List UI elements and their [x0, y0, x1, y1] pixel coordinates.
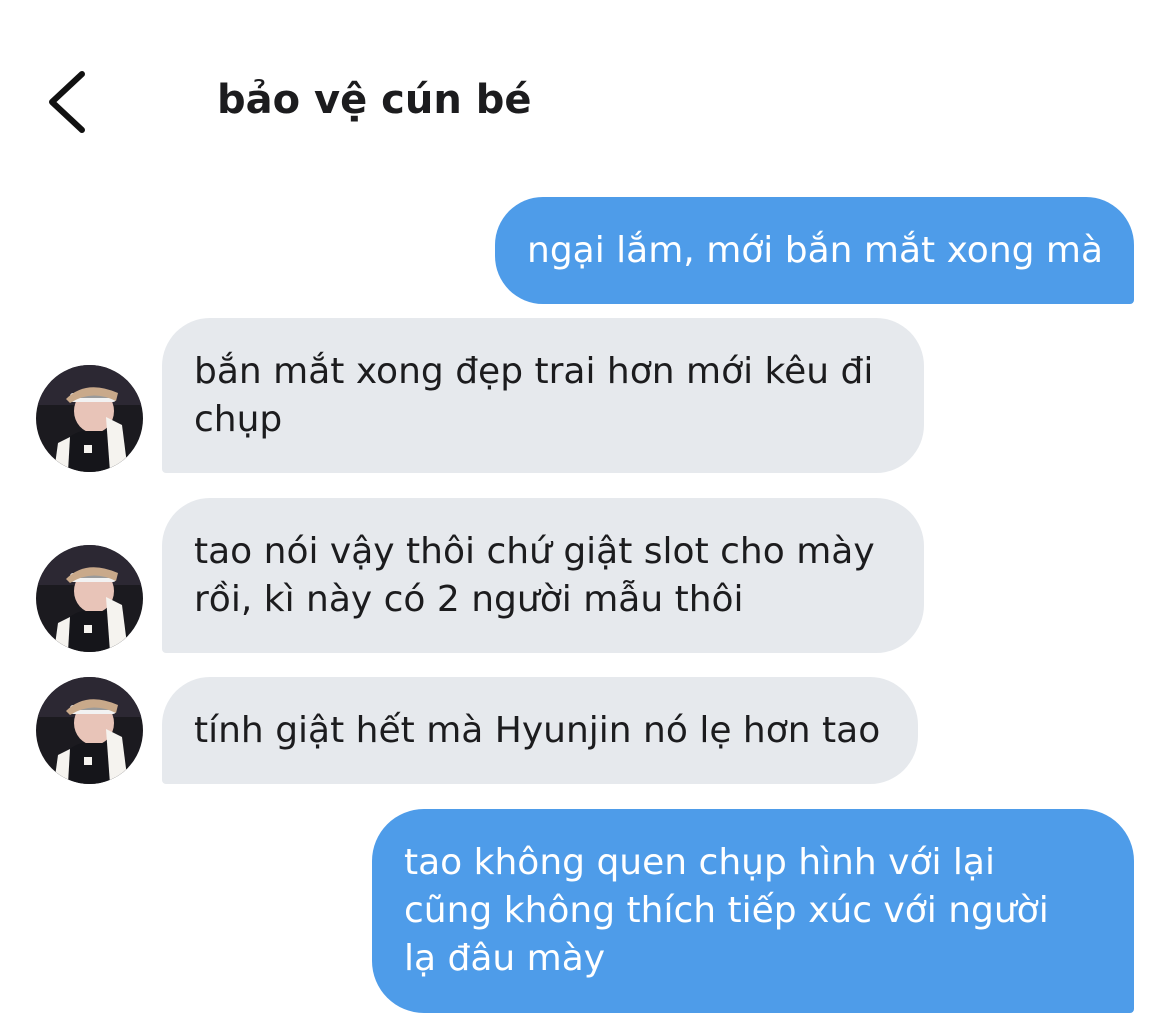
avatar[interactable]: [36, 365, 143, 472]
avatar-photo: [36, 365, 143, 472]
message-text: tính giật hết mà Hyunjin nó lẹ hơn tao: [194, 709, 881, 751]
message-line: cũng không thích tiếp xúc với người: [404, 890, 1049, 931]
message-line: tao nói vậy thôi chứ giật slot cho mày: [194, 530, 875, 572]
chat-header: bảo vệ cún bé: [0, 0, 1169, 170]
message-bubble-incoming[interactable]: tao nói vậy thôi chứ giật slot cho mày r…: [162, 498, 924, 653]
back-button[interactable]: [38, 66, 98, 138]
message-bubble-incoming[interactable]: bắn mắt xong đẹp trai hơn mới kêu đi chụ…: [162, 318, 924, 473]
chevron-left-icon: [49, 71, 85, 133]
message-line: lạ đâu mày: [404, 938, 606, 979]
message-bubble-outgoing[interactable]: ngại lắm, mới bắn mắt xong mà: [495, 197, 1134, 304]
message-line: chụp: [194, 398, 283, 440]
avatar-photo: [36, 677, 143, 784]
conversation-title: bảo vệ cún bé: [217, 77, 532, 123]
message-text: ngại lắm, mới bắn mắt xong mà: [527, 229, 1104, 271]
message-bubble-incoming[interactable]: tính giật hết mà Hyunjin nó lẹ hơn tao: [162, 677, 918, 784]
message-line: bắn mắt xong đẹp trai hơn mới kêu đi: [194, 350, 874, 392]
message-bubble-outgoing[interactable]: tao không quen chụp hình với lại cũng kh…: [372, 809, 1134, 1013]
avatar[interactable]: [36, 677, 143, 784]
message-text: bắn mắt xong đẹp trai hơn mới kêu đi chụ…: [194, 348, 873, 444]
message-text: tao không quen chụp hình với lại cũng kh…: [404, 839, 1049, 983]
avatar[interactable]: [36, 545, 143, 652]
message-text: tao nói vậy thôi chứ giật slot cho mày r…: [194, 528, 875, 624]
message-line: tao không quen chụp hình với lại: [404, 842, 995, 883]
avatar-photo: [36, 545, 143, 652]
message-line: rồi, kì này có 2 người mẫu thôi: [194, 578, 744, 620]
